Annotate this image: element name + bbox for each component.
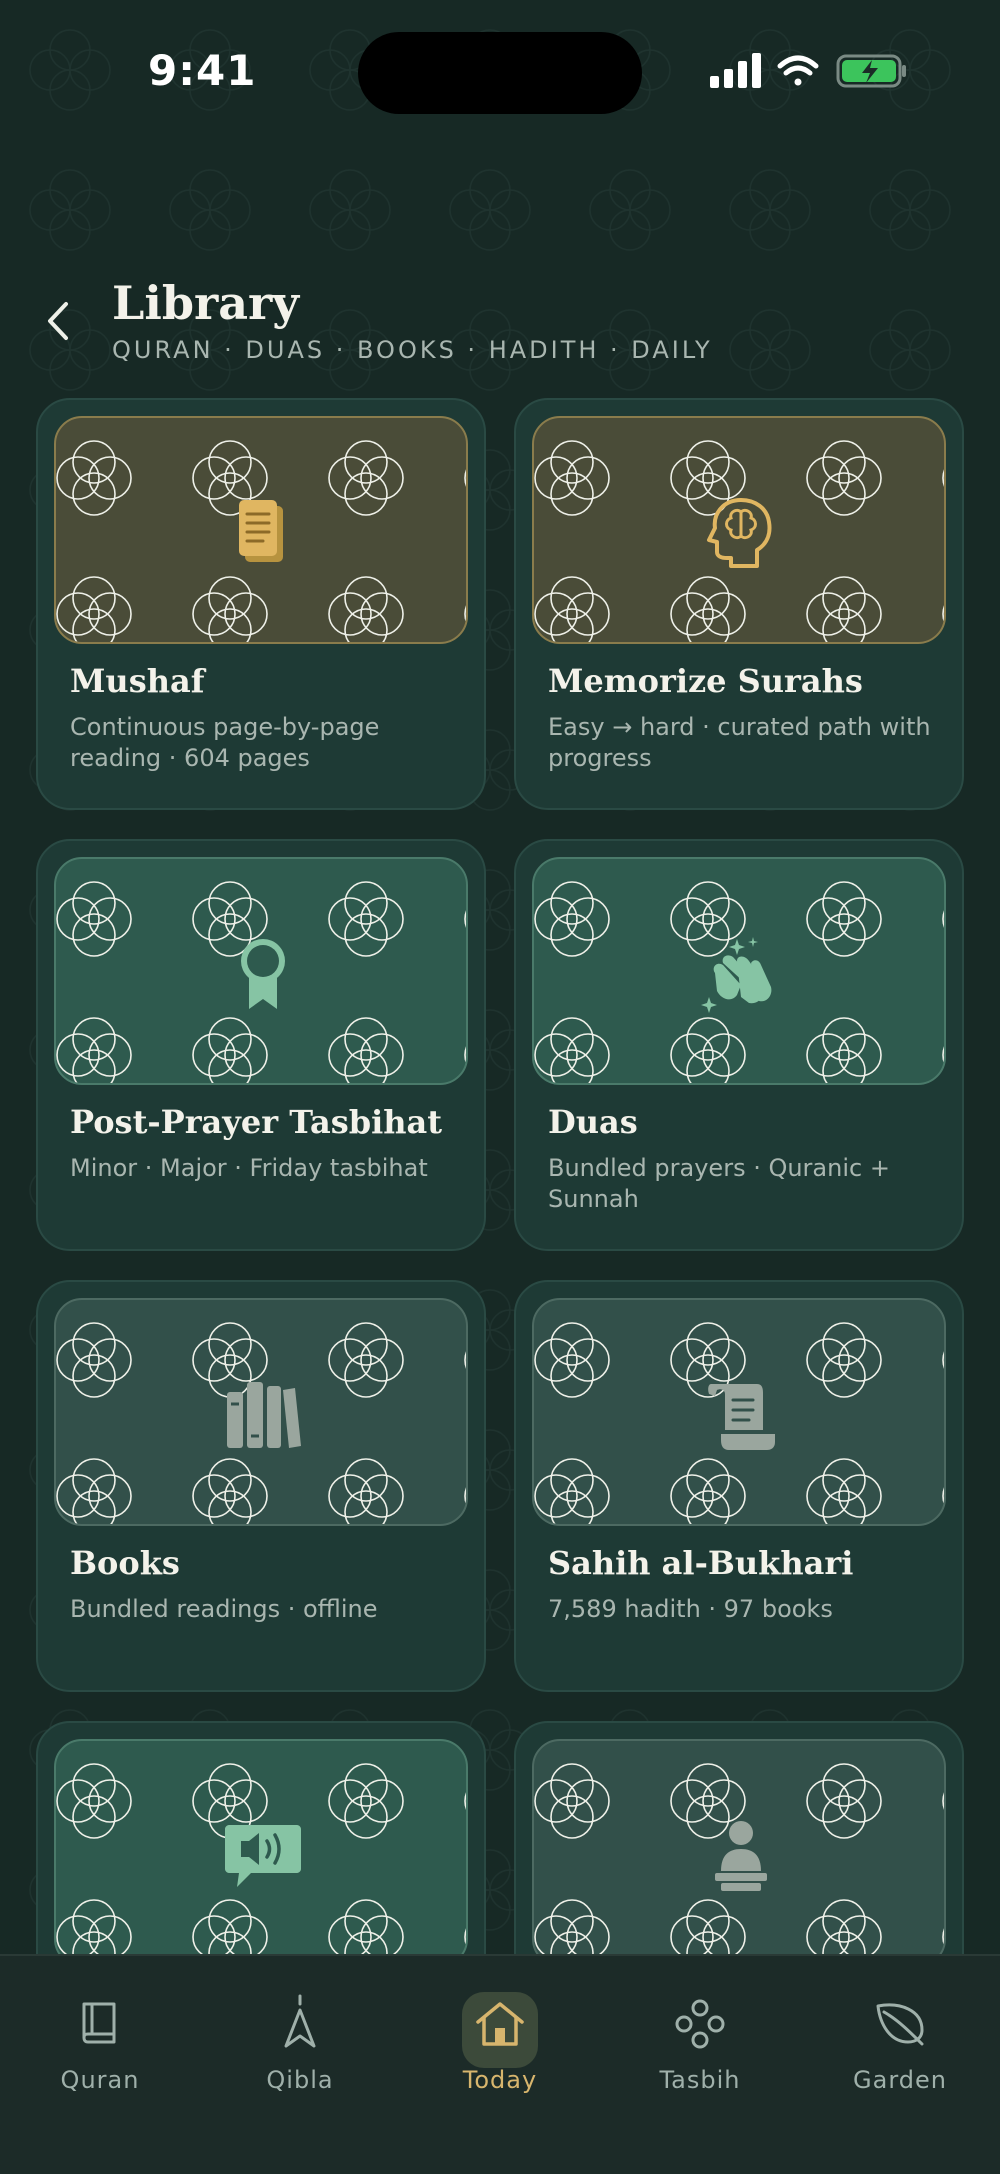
tab-quran[interactable]: Quran <box>0 1956 200 2116</box>
books-icon <box>227 1382 301 1448</box>
leaf-icon <box>876 2003 924 2046</box>
card-sahih-al-bukhari[interactable]: Sahih al-Bukhari 7,589 hadith · 97 books <box>514 1280 964 1692</box>
card-mushaf[interactable]: Mushaf Continuous page-by-page reading ·… <box>36 398 486 810</box>
tab-tasbih[interactable]: Tasbih <box>600 1956 800 2116</box>
speaker-bubble-icon <box>225 1825 301 1887</box>
dynamic-island <box>358 32 642 114</box>
person-lectern-icon <box>715 1821 767 1891</box>
card-description: Continuous page-by-page reading · 604 pa… <box>70 713 380 772</box>
card-books[interactable]: Books Bundled readings · offline <box>36 1280 486 1692</box>
tab-label: Garden <box>853 2066 947 2094</box>
scroll-icon <box>708 1384 775 1450</box>
status-time: 9:41 <box>148 46 257 95</box>
ribbon-icon <box>241 939 285 1009</box>
page-title: Library <box>112 276 299 330</box>
card-memorize-surahs[interactable]: Memorize Surahs Easy → hard · curated pa… <box>514 398 964 810</box>
card-duas[interactable]: Duas Bundled prayers · Quranic + Sunnah <box>514 839 964 1251</box>
wifi-icon <box>777 55 819 86</box>
card-hero <box>54 1739 468 1967</box>
book-icon <box>82 2002 116 2044</box>
card-title: Sahih al-Bukhari <box>548 1544 854 1582</box>
card-description: Bundled readings · offline <box>70 1595 378 1623</box>
card-description: Minor · Major · Friday tasbihat <box>70 1154 428 1182</box>
card-title: Post-Prayer Tasbihat <box>70 1103 443 1141</box>
cellular-signal-icon <box>710 53 761 88</box>
card-hero <box>532 416 946 644</box>
brain-icon <box>707 498 772 568</box>
tab-label: Quran <box>60 2066 140 2094</box>
tab-label: Today <box>462 2066 538 2094</box>
praying-hands-icon <box>701 937 772 1013</box>
card-description: Easy → hard · curated path with progress <box>548 713 931 772</box>
back-chevron-icon[interactable] <box>38 296 78 346</box>
home-icon <box>476 2002 524 2046</box>
tab-qibla[interactable]: Qibla <box>200 1956 400 2116</box>
tab-garden[interactable]: Garden <box>800 1956 1000 2116</box>
tab-label: Tasbih <box>659 2066 741 2094</box>
card-title: Duas <box>548 1103 638 1141</box>
card-hero <box>54 857 468 1085</box>
card-hero <box>54 1298 468 1526</box>
card-hero <box>54 416 468 644</box>
card-description: Bundled prayers · Quranic + Sunnah <box>548 1154 890 1213</box>
card-title: Mushaf <box>70 662 205 700</box>
battery-charging-icon <box>836 54 906 88</box>
card-hero <box>532 857 946 1085</box>
beads-icon <box>675 1999 725 2049</box>
compass-arrow-icon <box>284 1994 316 2048</box>
tab-label: Qibla <box>266 2066 334 2094</box>
card-hero <box>532 1739 946 1967</box>
tab-today[interactable]: Today <box>400 1956 600 2116</box>
document-icon <box>239 500 283 562</box>
status-icons <box>710 53 906 88</box>
page-subtitle: QURAN · DUAS · BOOKS · HADITH · DAILY <box>112 336 713 364</box>
card-post-prayer-tasbihat[interactable]: Post-Prayer Tasbihat Minor · Major · Fri… <box>36 839 486 1251</box>
tab-bar: Quran Qibla Today Tasbih Garden <box>0 1954 1000 2174</box>
card-description: 7,589 hadith · 97 books <box>548 1595 833 1623</box>
card-hero <box>532 1298 946 1526</box>
card-title: Memorize Surahs <box>548 662 863 700</box>
card-title: Books <box>70 1544 180 1582</box>
